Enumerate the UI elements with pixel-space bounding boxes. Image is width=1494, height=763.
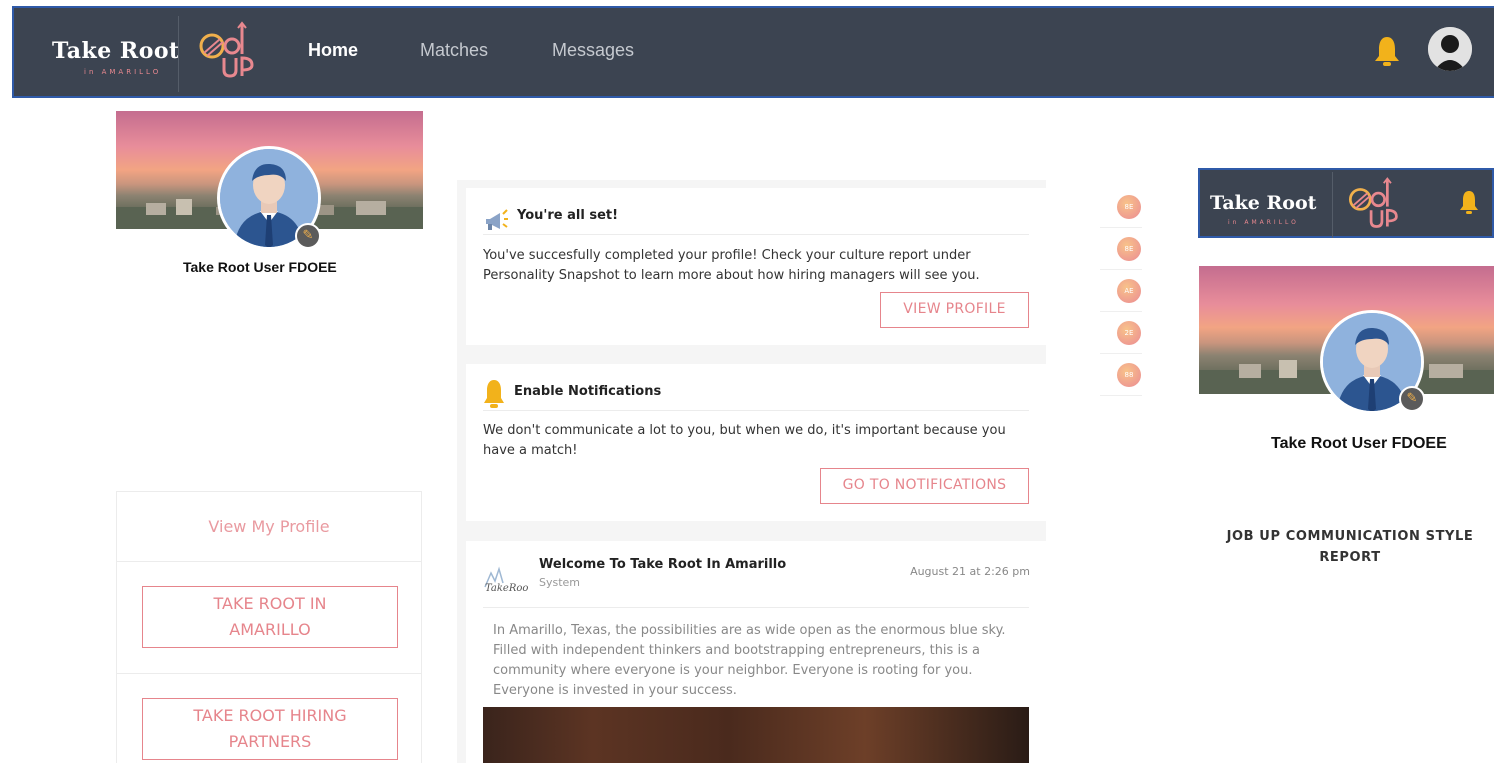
feed-card-all-set: You're all set! You've succesfully compl… bbox=[466, 188, 1046, 345]
take-root-hiring-partners-button[interactable]: TAKE ROOT HIRING PARTNERS bbox=[142, 698, 398, 760]
mini-nav: Take Root in AMARILLO bbox=[1198, 168, 1494, 238]
match-avatar[interactable]: 8E bbox=[1117, 195, 1141, 219]
match-avatar[interactable]: 8E bbox=[1117, 237, 1141, 261]
notification-bell-icon bbox=[484, 380, 504, 408]
take-root-post-logo-icon: TakeRoot bbox=[483, 559, 529, 599]
match-item[interactable]: 8E bbox=[1100, 228, 1142, 270]
match-item[interactable]: 2E bbox=[1100, 312, 1142, 354]
match-item[interactable]: 88 bbox=[1100, 354, 1142, 396]
job-up-logo[interactable] bbox=[194, 20, 256, 80]
view-my-profile-link[interactable]: View My Profile bbox=[117, 492, 421, 562]
menu-divider bbox=[117, 673, 421, 674]
brand-subtitle: in AMARILLO bbox=[1228, 219, 1299, 226]
svg-text:TakeRoot: TakeRoot bbox=[485, 583, 529, 594]
profile-name: Take Root User FDOEE bbox=[1271, 435, 1447, 452]
match-item[interactable]: 8E bbox=[1100, 186, 1142, 228]
take-root-in-amarillo-button[interactable]: TAKE ROOT IN AMARILLO bbox=[142, 586, 398, 648]
job-up-logo[interactable] bbox=[1344, 174, 1400, 232]
match-avatar[interactable]: 88 bbox=[1117, 363, 1141, 387]
communication-report-title: JOB UP COMMUNICATION STYLE REPORT bbox=[1226, 529, 1474, 565]
card-divider bbox=[483, 234, 1029, 235]
take-root-logo[interactable]: Take Root bbox=[52, 38, 180, 64]
view-profile-button[interactable]: VIEW PROFILE bbox=[880, 292, 1029, 328]
feed-post: TakeRoot Welcome To Take Root In Amarill… bbox=[466, 541, 1046, 763]
card-divider bbox=[483, 607, 1029, 608]
post-title: Welcome To Take Root In Amarillo bbox=[539, 557, 787, 572]
notification-bell-icon[interactable] bbox=[1458, 189, 1480, 217]
card-title: Enable Notifications bbox=[514, 384, 662, 399]
post-date: August 21 at 2:26 pm bbox=[910, 565, 1030, 578]
nav-matches[interactable]: Matches bbox=[420, 40, 488, 61]
post-image[interactable] bbox=[483, 707, 1029, 763]
match-avatar[interactable]: 2E bbox=[1117, 321, 1141, 345]
activity-feed: You're all set! You've succesfully compl… bbox=[457, 180, 1046, 763]
megaphone-icon bbox=[486, 209, 508, 230]
edit-avatar-pencil-icon[interactable]: ✎ bbox=[295, 223, 321, 249]
notification-bell-icon[interactable] bbox=[1372, 35, 1402, 69]
match-avatar[interactable]: AE bbox=[1117, 279, 1141, 303]
card-divider bbox=[483, 410, 1029, 411]
profile-name: Take Root User FDOEE bbox=[183, 259, 337, 275]
edit-avatar-pencil-icon[interactable]: ✎ bbox=[1399, 386, 1425, 412]
nav-messages[interactable]: Messages bbox=[552, 40, 634, 61]
feed-card-notifications: Enable Notifications We don't communicat… bbox=[466, 364, 1046, 521]
take-root-logo[interactable]: Take Root bbox=[1210, 192, 1316, 214]
nav-home[interactable]: Home bbox=[308, 40, 358, 61]
card-title: You're all set! bbox=[517, 208, 619, 223]
card-text: You've succesfully completed your profil… bbox=[483, 248, 980, 283]
brand-subtitle: in AMARILLO bbox=[84, 68, 162, 76]
post-author: System bbox=[539, 576, 581, 589]
card-text: We don't communicate a lot to you, but w… bbox=[483, 423, 1006, 458]
post-body: In Amarillo, Texas, the possibilities ar… bbox=[493, 623, 1006, 698]
nav-divider bbox=[1332, 172, 1333, 238]
match-item[interactable]: AE bbox=[1100, 270, 1142, 312]
app-root: Take Root in AMARILLO Home Matches Messa… bbox=[0, 0, 1494, 763]
go-to-notifications-button[interactable]: GO TO NOTIFICATIONS bbox=[820, 468, 1029, 504]
nav-divider bbox=[178, 16, 179, 92]
left-menu: View My Profile TAKE ROOT IN AMARILLO TA… bbox=[116, 491, 422, 763]
top-nav: Take Root in AMARILLO Home Matches Messa… bbox=[12, 6, 1494, 98]
user-avatar[interactable] bbox=[1428, 27, 1472, 71]
